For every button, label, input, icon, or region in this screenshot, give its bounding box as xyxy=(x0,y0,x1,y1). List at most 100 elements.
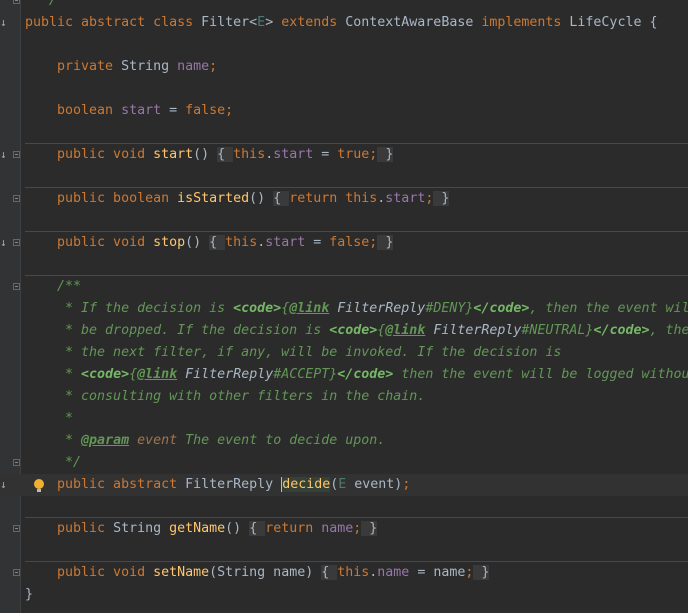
code-line[interactable]: boolean start = false; xyxy=(0,100,688,122)
code-line[interactable]: public void start() { this.start = true;… xyxy=(0,144,688,166)
code-line[interactable]: /** xyxy=(0,276,688,298)
code-line[interactable]: public abstract class Filter<E> extends … xyxy=(0,12,688,34)
folded-region[interactable]: } xyxy=(377,235,394,250)
doc-comment xyxy=(129,433,137,448)
folded-region[interactable]: { xyxy=(321,565,338,580)
implements-arrow-icon[interactable]: ↓ xyxy=(0,232,8,254)
code-line-content: boolean start = false; xyxy=(25,100,233,122)
code-line[interactable] xyxy=(0,210,688,232)
code-line-content: * @param event The event to decide upon. xyxy=(25,430,385,452)
folded-region[interactable]: { xyxy=(273,191,290,206)
implements-arrow-icon[interactable]: ↓ xyxy=(0,144,8,166)
code-editor[interactable]: */ public abstract class Filter<E> extend… xyxy=(0,0,688,613)
code-line[interactable]: * @param event The event to decide upon. xyxy=(0,430,688,452)
doc-comment: * xyxy=(25,411,74,426)
code-text: = name xyxy=(409,565,466,580)
code-line[interactable] xyxy=(0,254,688,276)
code-line[interactable]: public void setName(String name) { this.… xyxy=(0,562,688,584)
code-text: = xyxy=(313,147,338,162)
doc-comment: */ xyxy=(25,455,82,470)
folded-region[interactable]: { xyxy=(217,147,234,162)
code-line[interactable] xyxy=(0,166,688,188)
code-line[interactable] xyxy=(0,34,688,56)
code-text: String xyxy=(121,59,178,74)
keyword: this xyxy=(337,565,370,580)
code-line-content: * xyxy=(25,408,73,430)
fold-toggle-icon[interactable] xyxy=(13,459,20,466)
code-line-content: public String getName() { return name; } xyxy=(25,518,378,540)
doc-tag: @param xyxy=(81,433,130,448)
field-name: name xyxy=(321,521,354,536)
code-line-content: * <code>{@link FilterReply#ACCEPT}</code… xyxy=(25,364,688,386)
code-line-content: */ xyxy=(25,0,57,12)
highlighted-identifier: decide xyxy=(281,477,331,492)
method-name: setName xyxy=(153,565,210,580)
keyword: false; xyxy=(329,235,378,250)
code-line[interactable]: * If the decision is <code>{@link Filter… xyxy=(0,298,688,320)
method-name: getName xyxy=(169,521,226,536)
code-text: = xyxy=(161,103,186,118)
code-line[interactable]: public boolean isStarted() { return this… xyxy=(0,188,688,210)
keyword: extends xyxy=(281,15,346,30)
doc-comment: #DENY} xyxy=(425,301,474,316)
code-text: ContextAwareBase xyxy=(345,15,482,30)
fold-toggle-icon[interactable] xyxy=(13,525,20,532)
code-line-content: public void setName(String name) { this.… xyxy=(25,562,490,584)
folded-region[interactable]: } xyxy=(361,521,378,536)
keyword: public boolean xyxy=(25,191,178,206)
code-line[interactable]: } xyxy=(0,584,688,606)
keyword: this xyxy=(225,235,258,250)
doc-comment: * be dropped. If the decision is xyxy=(25,323,330,338)
code-line[interactable] xyxy=(0,122,688,144)
doc-comment: * xyxy=(25,367,82,382)
folded-region[interactable]: { xyxy=(249,521,266,536)
code-line-content: * consulting with other filters in the c… xyxy=(25,386,425,408)
code-line[interactable]: * xyxy=(0,408,688,430)
keyword: public void xyxy=(25,235,154,250)
keyword: this xyxy=(233,147,266,162)
doc-comment: , then xyxy=(649,323,688,338)
doc-comment: The event to decide upon. xyxy=(177,433,386,448)
code-text: > xyxy=(265,15,282,30)
code-line[interactable]: * be dropped. If the decision is <code>{… xyxy=(0,320,688,342)
code-line[interactable]: public abstract FilterReply decide(E eve… xyxy=(0,474,688,496)
folded-region[interactable]: } xyxy=(377,147,394,162)
fold-toggle-icon[interactable] xyxy=(13,0,20,4)
code-line[interactable] xyxy=(0,540,688,562)
code-line[interactable]: */ xyxy=(0,452,688,474)
doc-comment: , then the event will xyxy=(529,301,688,316)
keyword: return this xyxy=(289,191,378,206)
doc-comment: * xyxy=(25,433,82,448)
code-line[interactable] xyxy=(0,78,688,100)
folded-region[interactable]: } xyxy=(433,191,450,206)
keyword: false; xyxy=(185,103,234,118)
keyword: return xyxy=(265,521,322,536)
code-line[interactable]: * <code>{@link FilterReply#ACCEPT}</code… xyxy=(0,364,688,386)
fold-toggle-icon[interactable] xyxy=(13,283,20,290)
code-line[interactable]: private String name; xyxy=(0,56,688,78)
lightbulb-icon[interactable] xyxy=(34,479,44,492)
code-line[interactable]: */ xyxy=(0,0,688,12)
code-line-content: public void start() { this.start = true;… xyxy=(25,144,394,166)
code-line-content: private String name; xyxy=(25,56,217,78)
doc-comment: { xyxy=(129,367,138,382)
fold-toggle-icon[interactable] xyxy=(13,195,20,202)
code-line[interactable]: public String getName() { return name; } xyxy=(0,518,688,540)
folded-region[interactable]: } xyxy=(473,565,490,580)
code-text: LifeCycle { xyxy=(569,15,658,30)
code-line[interactable]: * the next filter, if any, will be invok… xyxy=(0,342,688,364)
method-name: start xyxy=(153,147,194,162)
fold-toggle-icon[interactable] xyxy=(13,151,20,158)
code-line[interactable]: * consulting with other filters in the c… xyxy=(0,386,688,408)
code-line[interactable] xyxy=(0,496,688,518)
fold-toggle-icon[interactable] xyxy=(13,569,20,576)
fold-toggle-icon[interactable] xyxy=(13,239,20,246)
folded-region[interactable]: { xyxy=(209,235,226,250)
code-line-content: * If the decision is <code>{@link Filter… xyxy=(25,298,688,320)
code-line-content: public void stop() { this.start = false;… xyxy=(25,232,394,254)
method-name: isStarted xyxy=(177,191,250,206)
keyword: implements xyxy=(481,15,570,30)
implements-arrow-icon[interactable]: ↓ xyxy=(0,12,8,34)
code-line[interactable]: public void stop() { this.start = false;… xyxy=(0,232,688,254)
implements-arrow-icon[interactable]: ↓ xyxy=(0,474,8,496)
